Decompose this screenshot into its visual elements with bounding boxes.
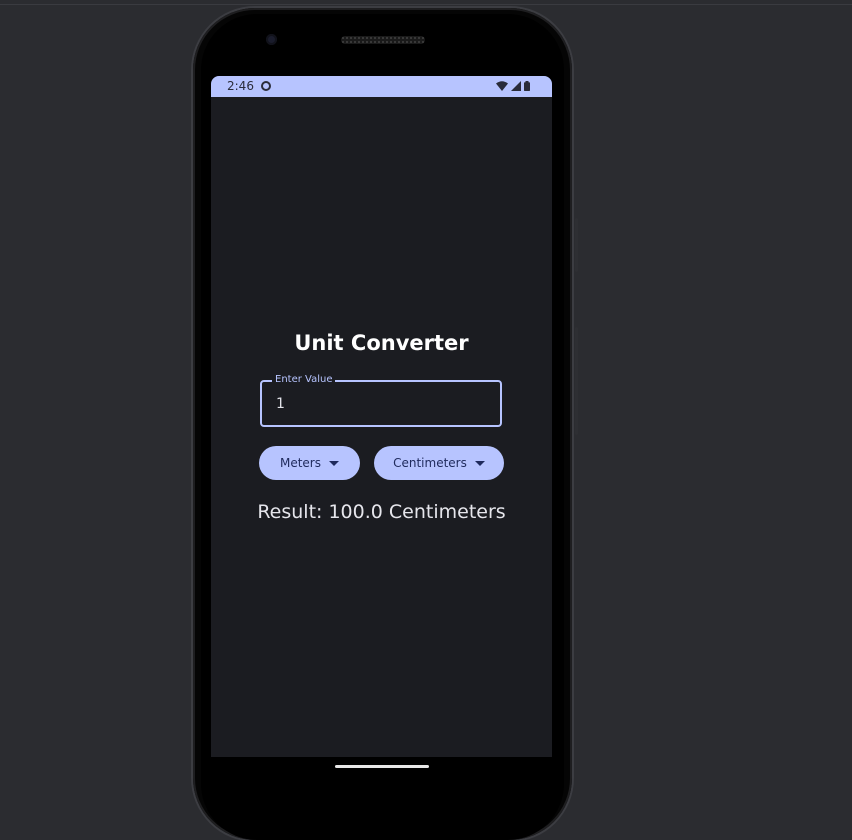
chevron-down-icon [474, 460, 485, 466]
to-unit-dropdown[interactable]: Centimeters [374, 446, 504, 480]
wifi-icon [496, 81, 508, 91]
to-unit-label: Centimeters [393, 456, 467, 470]
battery-icon [524, 81, 530, 91]
status-icons [496, 81, 530, 91]
signal-icon [511, 81, 521, 91]
value-input[interactable] [276, 394, 476, 414]
from-unit-dropdown[interactable]: Meters [259, 446, 360, 480]
volume-button[interactable] [575, 327, 578, 435]
home-gesture-bar[interactable] [335, 765, 429, 768]
page-title: Unit Converter [294, 331, 469, 355]
app-screen: 2:46 Unit Converter Enter Value Meters C… [211, 76, 552, 757]
power-button[interactable] [575, 218, 578, 272]
earpiece-speaker [341, 36, 425, 44]
result-text: Result: 100.0 Centimeters [257, 501, 506, 523]
status-time: 2:46 [227, 79, 254, 93]
window-divider [0, 4, 852, 5]
chevron-down-icon [329, 460, 339, 466]
status-bar: 2:46 [211, 76, 552, 97]
front-camera [266, 34, 277, 45]
value-field-label: Enter Value [272, 373, 336, 387]
from-unit-label: Meters [279, 456, 321, 470]
value-field[interactable]: Enter Value [260, 373, 502, 427]
notification-icon [261, 81, 271, 91]
